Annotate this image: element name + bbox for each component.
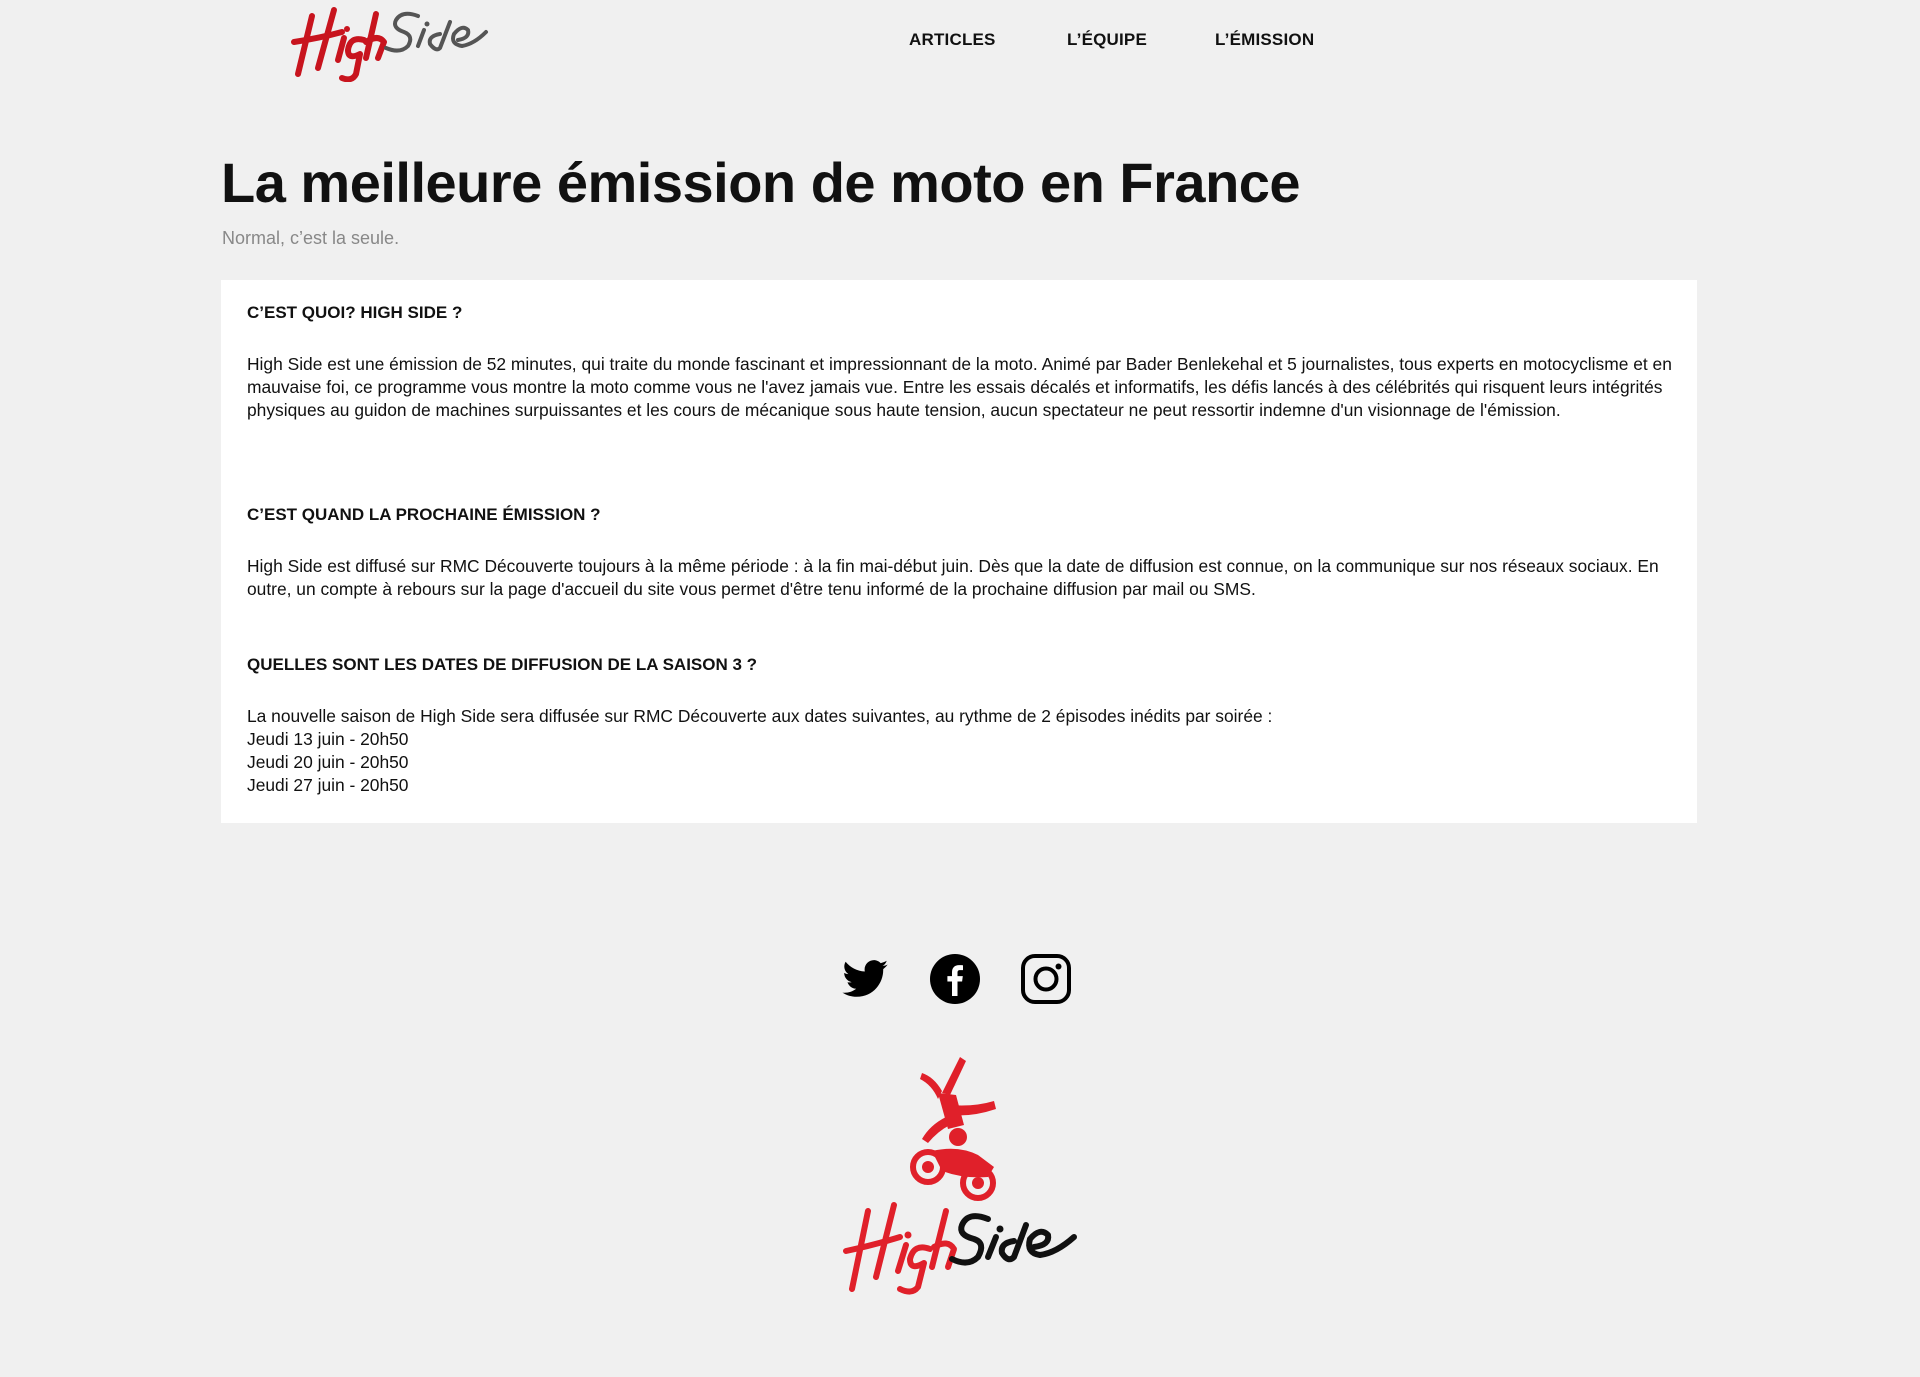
faq-heading-dates: QUELLES SONT LES DATES DE DIFFUSION DE L… [247,655,758,674]
broadcast-date: Jeudi 27 juin - 20h50 [247,775,409,795]
faq-card: C’EST QUOI? HIGH SIDE ? High Side est un… [221,280,1697,823]
faq-body-what: High Side est une émission de 52 minutes… [247,354,1672,420]
broadcast-date: Jeudi 20 juin - 20h50 [247,752,409,772]
faq-body-dates: La nouvelle saison de High Side sera dif… [247,705,1677,797]
page-title: La meilleure émission de moto en France [221,151,1301,214]
faq-heading-when: C’EST QUAND LA PROCHAINE ÉMISSION ? [247,505,601,524]
facebook-link[interactable] [928,952,982,1006]
nav-item-articles[interactable]: ARTICLES [909,30,996,50]
site-header: ARTICLES L’ÉQUIPE L’ÉMISSION [0,0,1920,83]
instagram-link[interactable] [1019,952,1073,1006]
highside-rider-logo-icon [843,1057,1077,1295]
page-subtitle: Normal, c’est la seule. [222,228,400,248]
twitter-icon [842,960,888,997]
nav-item-equipe[interactable]: L’ÉQUIPE [1067,30,1147,50]
footer-logo [838,1055,1082,1295]
instagram-icon [1021,954,1071,1004]
broadcast-date: Jeudi 13 juin - 20h50 [247,729,409,749]
main-nav: ARTICLES L’ÉQUIPE L’ÉMISSION [0,0,1920,80]
twitter-link[interactable] [838,952,892,1006]
facebook-icon [930,954,980,1004]
nav-item-emission[interactable]: L’ÉMISSION [1215,30,1314,50]
social-links [0,952,1920,1006]
faq-heading-what: C’EST QUOI? HIGH SIDE ? [247,303,463,322]
dates-intro: La nouvelle saison de High Side sera dif… [247,706,1273,726]
faq-body-when: High Side est diffusé sur RMC Découverte… [247,556,1659,599]
